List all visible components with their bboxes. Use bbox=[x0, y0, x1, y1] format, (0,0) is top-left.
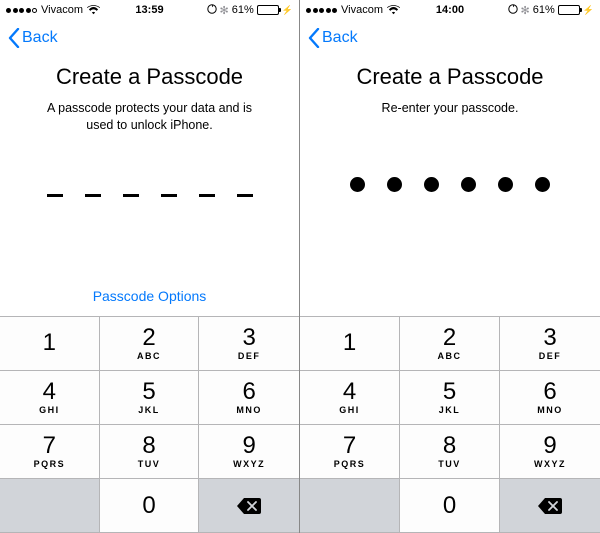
charging-icon: ⚡ bbox=[583, 5, 594, 16]
status-bar: Vivacom 14:00 ✻ 61% ⚡ bbox=[300, 0, 600, 20]
digit-4 bbox=[461, 177, 476, 192]
key-7[interactable]: 7PQRS bbox=[0, 425, 100, 479]
key-6[interactable]: 6MNO bbox=[199, 371, 299, 425]
rotation-lock-icon bbox=[207, 4, 217, 17]
carrier-label: Vivacom bbox=[41, 4, 83, 16]
page-title: Create a Passcode bbox=[356, 64, 543, 90]
passcode-input[interactable] bbox=[350, 177, 550, 192]
key-6[interactable]: 6MNO bbox=[500, 371, 600, 425]
charging-icon: ⚡ bbox=[282, 5, 293, 16]
status-left: Vivacom bbox=[306, 4, 400, 16]
page-subtitle: Re-enter your passcode. bbox=[362, 100, 539, 117]
key-4[interactable]: 4GHI bbox=[300, 371, 400, 425]
signal-strength-icon bbox=[6, 8, 37, 13]
chevron-left-icon bbox=[8, 28, 20, 48]
key-1[interactable]: 1 bbox=[0, 317, 100, 371]
key-delete[interactable] bbox=[199, 479, 299, 533]
digit-4 bbox=[161, 194, 177, 197]
battery-icon bbox=[257, 5, 279, 15]
key-7[interactable]: 7PQRS bbox=[300, 425, 400, 479]
wifi-icon bbox=[87, 5, 100, 15]
key-5[interactable]: 5JKL bbox=[400, 371, 500, 425]
signal-strength-icon bbox=[306, 8, 337, 13]
passcode-input[interactable] bbox=[47, 194, 253, 197]
key-2[interactable]: 2ABC bbox=[100, 317, 200, 371]
backspace-icon bbox=[537, 497, 563, 515]
keypad: 1 2ABC 3DEF 4GHI 5JKL 6MNO 7PQRS 8TUV 9W… bbox=[0, 316, 299, 533]
digit-1 bbox=[47, 194, 63, 197]
chevron-left-icon bbox=[308, 28, 320, 48]
key-2[interactable]: 2ABC bbox=[400, 317, 500, 371]
key-8[interactable]: 8TUV bbox=[100, 425, 200, 479]
digit-2 bbox=[387, 177, 402, 192]
digit-2 bbox=[85, 194, 101, 197]
status-bar: Vivacom 13:59 ✻ 61% ⚡ bbox=[0, 0, 299, 20]
screen-left: Vivacom 13:59 ✻ 61% ⚡ Back Create a Pass… bbox=[0, 0, 300, 533]
passcode-options-link[interactable]: Passcode Options bbox=[93, 288, 207, 304]
key-blank bbox=[0, 479, 100, 533]
key-9[interactable]: 9WXYZ bbox=[500, 425, 600, 479]
key-blank bbox=[300, 479, 400, 533]
back-button[interactable]: Back bbox=[8, 28, 58, 48]
page-subtitle: A passcode protects your data and is use… bbox=[27, 100, 272, 134]
status-left: Vivacom bbox=[6, 4, 100, 16]
key-5[interactable]: 5JKL bbox=[100, 371, 200, 425]
key-4[interactable]: 4GHI bbox=[0, 371, 100, 425]
back-label: Back bbox=[322, 29, 358, 47]
key-3[interactable]: 3DEF bbox=[500, 317, 600, 371]
back-button[interactable]: Back bbox=[308, 28, 358, 48]
key-0[interactable]: 0 bbox=[100, 479, 200, 533]
key-3[interactable]: 3DEF bbox=[199, 317, 299, 371]
digit-3 bbox=[424, 177, 439, 192]
wifi-icon bbox=[387, 5, 400, 15]
status-right: ✻ 61% ⚡ bbox=[207, 4, 293, 17]
back-label: Back bbox=[22, 29, 58, 47]
battery-icon bbox=[558, 5, 580, 15]
page-title: Create a Passcode bbox=[56, 64, 243, 90]
bluetooth-icon: ✻ bbox=[220, 4, 229, 17]
digit-5 bbox=[199, 194, 215, 197]
key-1[interactable]: 1 bbox=[300, 317, 400, 371]
screen-right: Vivacom 14:00 ✻ 61% ⚡ Back Create a Pass… bbox=[300, 0, 600, 533]
battery-pct: 61% bbox=[533, 4, 555, 16]
digit-5 bbox=[498, 177, 513, 192]
content: Create a Passcode Re-enter your passcode… bbox=[300, 56, 600, 316]
key-8[interactable]: 8TUV bbox=[400, 425, 500, 479]
keypad: 1 2ABC 3DEF 4GHI 5JKL 6MNO 7PQRS 8TUV 9W… bbox=[300, 316, 600, 533]
content: Create a Passcode A passcode protects yo… bbox=[0, 56, 299, 316]
digit-3 bbox=[123, 194, 139, 197]
digit-6 bbox=[535, 177, 550, 192]
nav-bar: Back bbox=[300, 20, 600, 56]
carrier-label: Vivacom bbox=[341, 4, 383, 16]
digit-6 bbox=[237, 194, 253, 197]
nav-bar: Back bbox=[0, 20, 299, 56]
status-right: ✻ 61% ⚡ bbox=[508, 4, 594, 17]
bluetooth-icon: ✻ bbox=[521, 4, 530, 17]
key-0[interactable]: 0 bbox=[400, 479, 500, 533]
key-delete[interactable] bbox=[500, 479, 600, 533]
key-9[interactable]: 9WXYZ bbox=[199, 425, 299, 479]
rotation-lock-icon bbox=[508, 4, 518, 17]
digit-1 bbox=[350, 177, 365, 192]
backspace-icon bbox=[236, 497, 262, 515]
battery-pct: 61% bbox=[232, 4, 254, 16]
